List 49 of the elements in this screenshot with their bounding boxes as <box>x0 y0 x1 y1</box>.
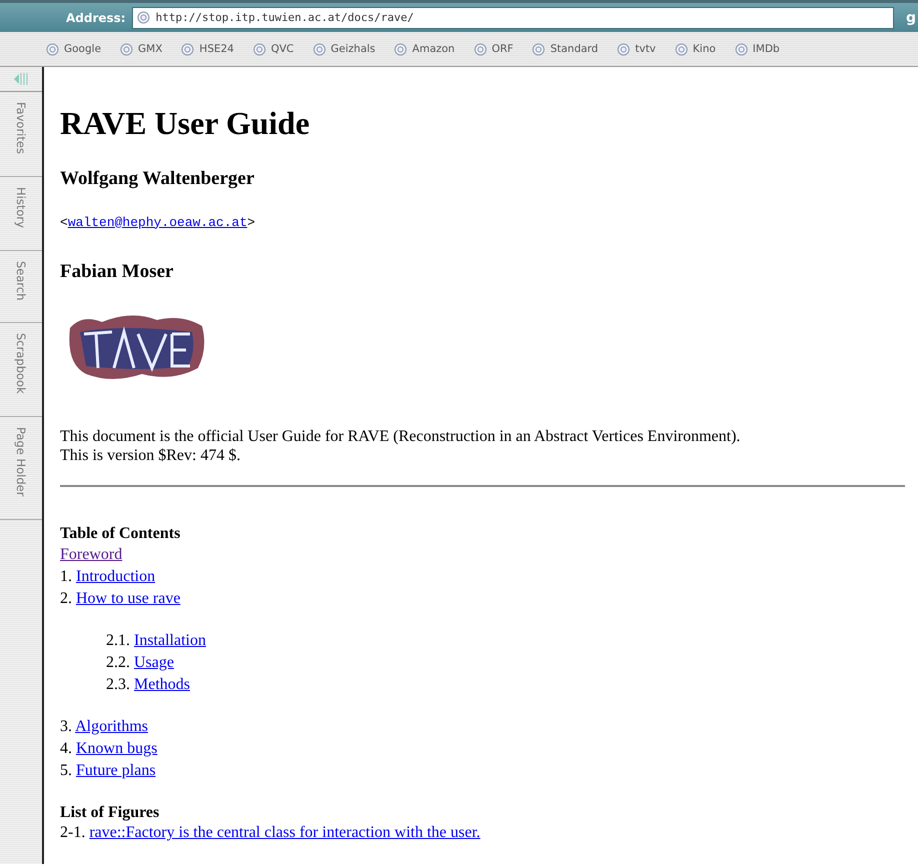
item-number: 2.2. <box>106 654 130 671</box>
toc-link[interactable]: Future plans <box>76 762 156 779</box>
intro-paragraph: This document is the official User Guide for RAVE (Reconstruction in an Abstract Vertices Environment). This is version $Rev: 474 $. <box>60 428 742 466</box>
bookmark-link[interactable]: Geizhals <box>312 42 376 56</box>
toc-link[interactable]: Foreword <box>60 546 122 563</box>
figures-heading: List of Figures <box>60 804 160 822</box>
author-name: Wolfgang Waltenberger <box>60 168 256 190</box>
item-number: 4. <box>60 740 72 757</box>
bookmark-link[interactable]: ORF <box>474 42 514 56</box>
item-number: 5. <box>60 762 72 779</box>
author-name: Fabian Moser <box>60 260 174 282</box>
sidebar-tab[interactable]: Page Holder <box>0 417 42 520</box>
toc-link[interactable]: rave::Factory is the central class for interaction with the user. <box>89 824 480 841</box>
address-label: Address: <box>66 10 126 24</box>
item-number: 2. <box>60 590 72 607</box>
bookmark-link[interactable]: GMX <box>120 42 162 56</box>
toc-link[interactable]: Methods <box>134 676 190 693</box>
bookmark-link[interactable]: Standard <box>532 42 598 56</box>
item-number: 2.3. <box>106 676 130 693</box>
toc-link[interactable]: Algorithms <box>75 718 148 735</box>
angle-bracket: > <box>247 214 256 230</box>
url-text: http://stop.itp.tuwien.ac.at/docs/rave/ <box>156 11 414 24</box>
item-number: 2-1. <box>60 824 86 841</box>
bookmark-link[interactable]: Kino <box>674 42 716 56</box>
item-number: 3. <box>60 718 72 735</box>
toc-link[interactable]: Introduction <box>76 568 156 585</box>
go-button[interactable]: g <box>904 10 918 26</box>
sidebar-tab[interactable]: Search <box>0 250 42 324</box>
toc-heading: Table of Contents <box>60 525 182 544</box>
item-number: 2.1. <box>106 632 130 649</box>
bookmark-link[interactable]: Google <box>46 42 102 56</box>
page-title: RAVE User Guide <box>60 105 311 142</box>
sidebar-tab[interactable]: Scrapbook <box>0 323 42 418</box>
toc-link[interactable]: Installation <box>134 632 206 649</box>
grip-icon[interactable] <box>13 72 29 86</box>
angle-bracket: < <box>60 214 68 230</box>
address-field[interactable]: http://stop.itp.tuwien.ac.at/docs/rave/ <box>132 6 894 28</box>
email-link[interactable]: walten@hephy.oeaw.ac.at <box>68 214 248 230</box>
bookmark-link[interactable]: Amazon <box>394 42 455 56</box>
sidebar-tab[interactable]: Favorites <box>0 92 42 177</box>
bookmark-link[interactable]: QVC <box>252 42 294 56</box>
toc-link[interactable]: Usage <box>134 654 174 671</box>
bookmark-link[interactable]: HSE24 <box>181 42 234 56</box>
toc-link[interactable]: How to use rave <box>76 590 180 607</box>
bookmark-link[interactable]: tvtv <box>617 42 656 56</box>
sidebar-tab[interactable]: History <box>0 176 42 251</box>
bookmark-link[interactable]: IMDb <box>734 42 780 56</box>
toc-link[interactable]: Known bugs <box>76 740 158 757</box>
item-number: 1. <box>60 568 72 585</box>
